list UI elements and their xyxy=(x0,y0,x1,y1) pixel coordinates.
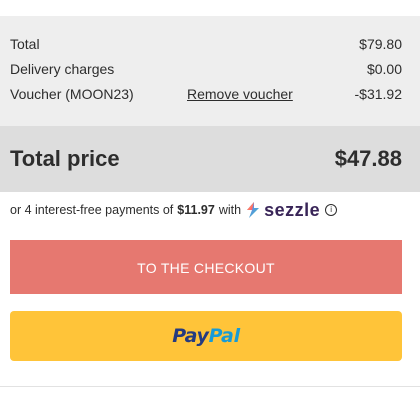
summary-row-voucher: Voucher (MOON23) Remove voucher -$31.92 xyxy=(0,83,420,105)
delivery-value: $0.00 xyxy=(366,61,402,77)
voucher-label: Voucher (MOON23) xyxy=(10,86,134,102)
paypal-pal-text: Pal xyxy=(208,325,240,347)
remove-voucher-link[interactable]: Remove voucher xyxy=(187,83,293,105)
installments-message: or 4 interest-free payments of $11.97 wi… xyxy=(10,199,338,221)
installments-prefix: or 4 interest-free payments of xyxy=(10,203,174,217)
summary-row-delivery: Delivery charges $0.00 xyxy=(0,58,420,80)
paypal-button[interactable]: PayPal xyxy=(10,311,402,361)
order-summary: Total $79.80 Delivery charges $0.00 Vouc… xyxy=(0,16,420,126)
total-price-label: Total price xyxy=(10,146,120,171)
summary-row-total: Total $79.80 xyxy=(0,33,420,55)
sezzle-logo-icon xyxy=(247,202,260,218)
top-strip xyxy=(0,0,420,16)
bottom-divider xyxy=(0,386,420,387)
voucher-value: -$31.92 xyxy=(354,86,402,102)
total-value: $79.80 xyxy=(359,36,402,52)
total-price-value: $47.88 xyxy=(334,146,402,171)
info-icon[interactable]: i xyxy=(325,204,338,216)
sezzle-wordmark: sezzle xyxy=(264,200,321,220)
total-label: Total xyxy=(10,36,40,52)
paypal-logo: PayPal xyxy=(172,325,240,347)
checkout-button[interactable]: TO THE CHECKOUT xyxy=(10,240,402,294)
installments-suffix: with xyxy=(218,203,242,217)
delivery-label: Delivery charges xyxy=(10,61,115,77)
paypal-pay-text: Pay xyxy=(172,325,209,347)
sezzle-logo[interactable]: sezzle xyxy=(245,199,320,221)
installments-amount: $11.97 xyxy=(177,203,215,217)
